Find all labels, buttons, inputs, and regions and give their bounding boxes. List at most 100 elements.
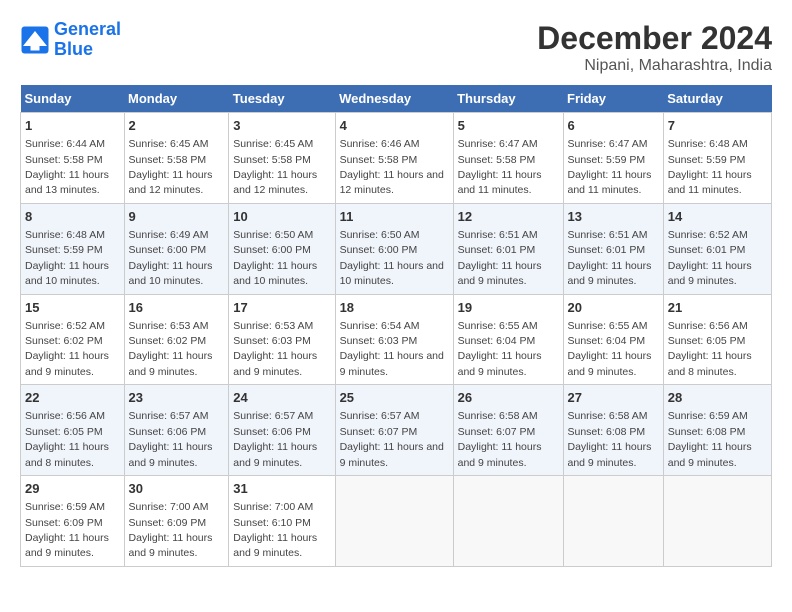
logo-line1: General [54, 19, 121, 39]
day-number: 24 [233, 389, 330, 407]
day-info: Sunrise: 6:48 AMSunset: 5:59 PMDaylight:… [668, 138, 752, 196]
logo-icon [20, 25, 50, 55]
calendar-cell: 23Sunrise: 6:57 AMSunset: 6:06 PMDayligh… [124, 385, 229, 476]
calendar-cell: 8 Sunrise: 6:48 AMSunset: 5:59 PMDaylight… [21, 203, 125, 294]
calendar-cell: 26 Sunrise: 6:58 AMSunset: 6:07 PMDayligh… [453, 385, 563, 476]
day-info: Sunrise: 6:47 AMSunset: 5:59 PMDaylight:… [568, 138, 652, 196]
day-info: Sunrise: 6:55 AMSunset: 6:04 PMDaylight:… [568, 320, 652, 378]
logo-text: General Blue [54, 20, 121, 60]
calendar-week-row: 1Sunrise: 6:44 AMSunset: 5:58 PMDaylight… [21, 113, 772, 204]
calendar-cell: 18Sunrise: 6:54 AMSunset: 6:03 PMDayligh… [335, 294, 453, 385]
day-info: Sunrise: 6:57 AMSunset: 6:07 PMDaylight:… [340, 410, 444, 468]
calendar-cell: 9 Sunrise: 6:49 AMSunset: 6:00 PMDaylight… [124, 203, 229, 294]
calendar-cell: 13Sunrise: 6:51 AMSunset: 6:01 PMDayligh… [563, 203, 663, 294]
weekday-header-row: SundayMondayTuesdayWednesdayThursdayFrid… [21, 85, 772, 113]
day-number: 3 [233, 117, 330, 135]
day-number: 5 [458, 117, 559, 135]
day-info: Sunrise: 6:52 AMSunset: 6:01 PMDaylight:… [668, 229, 752, 287]
day-number: 17 [233, 299, 330, 317]
day-info: Sunrise: 6:46 AMSunset: 5:58 PMDaylight:… [340, 138, 444, 196]
day-info: Sunrise: 6:57 AMSunset: 6:06 PMDaylight:… [129, 410, 213, 468]
day-info: Sunrise: 6:52 AMSunset: 6:02 PMDaylight:… [25, 320, 109, 378]
calendar-cell: 30Sunrise: 7:00 AMSunset: 6:09 PMDayligh… [124, 476, 229, 567]
day-number: 4 [340, 117, 449, 135]
weekday-header: Thursday [453, 85, 563, 113]
day-info: Sunrise: 6:58 AMSunset: 6:08 PMDaylight:… [568, 410, 652, 468]
day-number: 12 [458, 208, 559, 226]
day-number: 29 [25, 480, 120, 498]
logo: General Blue [20, 20, 121, 60]
logo-line2: Blue [54, 39, 93, 59]
calendar-cell: 5Sunrise: 6:47 AMSunset: 5:58 PMDaylight… [453, 113, 563, 204]
day-info: Sunrise: 6:48 AMSunset: 5:59 PMDaylight:… [25, 229, 109, 287]
day-number: 15 [25, 299, 120, 317]
calendar-cell: 2 Sunrise: 6:45 AMSunset: 5:58 PMDaylight… [124, 113, 229, 204]
day-number: 13 [568, 208, 659, 226]
day-info: Sunrise: 6:49 AMSunset: 6:00 PMDaylight:… [129, 229, 213, 287]
day-number: 19 [458, 299, 559, 317]
page-header: General Blue December 2024 Nipani, Mahar… [20, 20, 772, 75]
day-number: 25 [340, 389, 449, 407]
title-block: December 2024 Nipani, Maharashtra, India [537, 20, 772, 75]
day-info: Sunrise: 6:58 AMSunset: 6:07 PMDaylight:… [458, 410, 542, 468]
day-info: Sunrise: 6:53 AMSunset: 6:03 PMDaylight:… [233, 320, 317, 378]
calendar-cell [563, 476, 663, 567]
main-title: December 2024 [537, 20, 772, 57]
day-info: Sunrise: 6:56 AMSunset: 6:05 PMDaylight:… [25, 410, 109, 468]
calendar-week-row: 8 Sunrise: 6:48 AMSunset: 5:59 PMDaylight… [21, 203, 772, 294]
calendar-cell: 27 Sunrise: 6:58 AMSunset: 6:08 PMDayligh… [563, 385, 663, 476]
calendar-cell: 17 Sunrise: 6:53 AMSunset: 6:03 PMDayligh… [229, 294, 335, 385]
calendar-cell: 1Sunrise: 6:44 AMSunset: 5:58 PMDaylight… [21, 113, 125, 204]
calendar-week-row: 15 Sunrise: 6:52 AMSunset: 6:02 PMDayligh… [21, 294, 772, 385]
day-number: 14 [668, 208, 767, 226]
weekday-header: Monday [124, 85, 229, 113]
weekday-header: Tuesday [229, 85, 335, 113]
day-number: 20 [568, 299, 659, 317]
weekday-header: Wednesday [335, 85, 453, 113]
calendar-cell: 28 Sunrise: 6:59 AMSunset: 6:08 PMDayligh… [663, 385, 771, 476]
day-number: 8 [25, 208, 120, 226]
day-info: Sunrise: 6:56 AMSunset: 6:05 PMDaylight:… [668, 320, 752, 378]
day-number: 27 [568, 389, 659, 407]
calendar-week-row: 29Sunrise: 6:59 AMSunset: 6:09 PMDayligh… [21, 476, 772, 567]
calendar-cell: 20 Sunrise: 6:55 AMSunset: 6:04 PMDayligh… [563, 294, 663, 385]
day-number: 9 [129, 208, 225, 226]
calendar-cell: 7Sunrise: 6:48 AMSunset: 5:59 PMDaylight… [663, 113, 771, 204]
day-info: Sunrise: 6:50 AMSunset: 6:00 PMDaylight:… [340, 229, 444, 287]
day-number: 6 [568, 117, 659, 135]
calendar-cell: 16 Sunrise: 6:53 AMSunset: 6:02 PMDayligh… [124, 294, 229, 385]
day-info: Sunrise: 6:45 AMSunset: 5:58 PMDaylight:… [233, 138, 317, 196]
calendar-cell: 29Sunrise: 6:59 AMSunset: 6:09 PMDayligh… [21, 476, 125, 567]
calendar-cell: 15 Sunrise: 6:52 AMSunset: 6:02 PMDayligh… [21, 294, 125, 385]
calendar-cell: 24 Sunrise: 6:57 AMSunset: 6:06 PMDayligh… [229, 385, 335, 476]
day-info: Sunrise: 6:50 AMSunset: 6:00 PMDaylight:… [233, 229, 317, 287]
calendar-cell: 25 Sunrise: 6:57 AMSunset: 6:07 PMDayligh… [335, 385, 453, 476]
weekday-header: Friday [563, 85, 663, 113]
day-number: 21 [668, 299, 767, 317]
calendar-cell [335, 476, 453, 567]
day-info: Sunrise: 6:57 AMSunset: 6:06 PMDaylight:… [233, 410, 317, 468]
day-number: 16 [129, 299, 225, 317]
calendar-week-row: 22 Sunrise: 6:56 AMSunset: 6:05 PMDayligh… [21, 385, 772, 476]
calendar-cell: 14 Sunrise: 6:52 AMSunset: 6:01 PMDayligh… [663, 203, 771, 294]
weekday-header: Saturday [663, 85, 771, 113]
day-info: Sunrise: 6:59 AMSunset: 6:08 PMDaylight:… [668, 410, 752, 468]
day-number: 11 [340, 208, 449, 226]
day-number: 2 [129, 117, 225, 135]
day-info: Sunrise: 6:53 AMSunset: 6:02 PMDaylight:… [129, 320, 213, 378]
calendar-table: SundayMondayTuesdayWednesdayThursdayFrid… [20, 85, 772, 567]
calendar-cell [663, 476, 771, 567]
day-info: Sunrise: 7:00 AMSunset: 6:10 PMDaylight:… [233, 501, 317, 559]
day-number: 28 [668, 389, 767, 407]
calendar-cell: 4 Sunrise: 6:46 AMSunset: 5:58 PMDaylight… [335, 113, 453, 204]
day-number: 18 [340, 299, 449, 317]
calendar-cell [453, 476, 563, 567]
day-info: Sunrise: 7:00 AMSunset: 6:09 PMDaylight:… [129, 501, 213, 559]
calendar-cell: 19Sunrise: 6:55 AMSunset: 6:04 PMDayligh… [453, 294, 563, 385]
calendar-cell: 3 Sunrise: 6:45 AMSunset: 5:58 PMDaylight… [229, 113, 335, 204]
calendar-cell: 22 Sunrise: 6:56 AMSunset: 6:05 PMDayligh… [21, 385, 125, 476]
day-number: 1 [25, 117, 120, 135]
day-info: Sunrise: 6:45 AMSunset: 5:58 PMDaylight:… [129, 138, 213, 196]
day-number: 22 [25, 389, 120, 407]
day-number: 26 [458, 389, 559, 407]
